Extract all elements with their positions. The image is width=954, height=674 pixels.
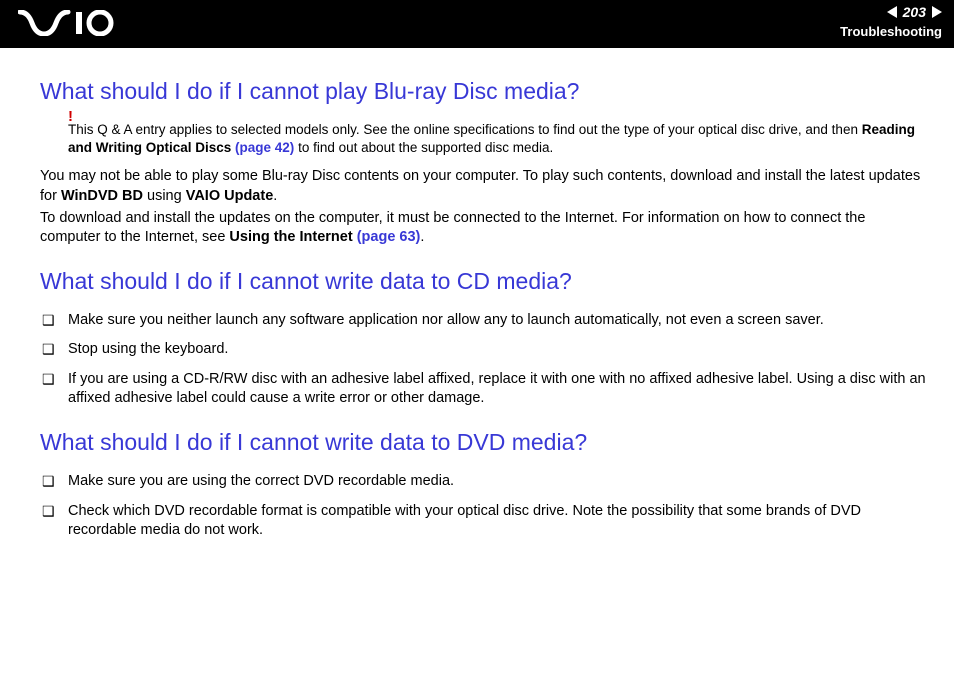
prev-page-arrow-icon[interactable] [887, 6, 897, 18]
text: . [273, 188, 277, 204]
text: . [420, 229, 424, 245]
heading-dvd: What should I do if I cannot write data … [40, 427, 926, 458]
paragraph: You may not be able to play some Blu-ray… [40, 167, 926, 206]
bold-windvd: WinDVD BD [61, 188, 143, 204]
next-page-arrow-icon[interactable] [932, 6, 942, 18]
text: To download and install the updates on t… [40, 210, 865, 246]
link-page-42[interactable]: (page 42) [235, 140, 294, 155]
link-page-63[interactable]: (page 63) [357, 229, 421, 245]
text: using [143, 188, 186, 204]
paragraph: To download and install the updates on t… [40, 209, 926, 248]
bold-using-internet: Using the Internet [229, 229, 356, 245]
list-item: If you are using a CD-R/RW disc with an … [40, 370, 926, 409]
note-block: ! This Q & A entry applies to selected m… [68, 121, 926, 157]
page-header: 203 Troubleshooting [0, 0, 954, 48]
heading-bluray: What should I do if I cannot play Blu-ra… [40, 76, 926, 107]
vaio-logo [18, 10, 128, 36]
heading-cd: What should I do if I cannot write data … [40, 266, 926, 297]
list-item: Make sure you neither launch any softwar… [40, 311, 926, 331]
bold-vaio-update: VAIO Update [186, 188, 274, 204]
cd-list: Make sure you neither launch any softwar… [40, 311, 926, 409]
list-item: Stop using the keyboard. [40, 340, 926, 360]
list-item: Check which DVD recordable format is com… [40, 502, 926, 541]
page-navigation: 203 [887, 4, 942, 20]
page-content: What should I do if I cannot play Blu-ra… [0, 48, 954, 541]
page-number: 203 [901, 4, 928, 20]
section-name: Troubleshooting [840, 24, 942, 39]
note-text-b: to find out about the supported disc med… [294, 140, 553, 155]
dvd-list: Make sure you are using the correct DVD … [40, 472, 926, 541]
list-item: Make sure you are using the correct DVD … [40, 472, 926, 492]
alert-mark-icon: ! [68, 107, 73, 127]
note-text-a: This Q & A entry applies to selected mod… [68, 122, 862, 137]
